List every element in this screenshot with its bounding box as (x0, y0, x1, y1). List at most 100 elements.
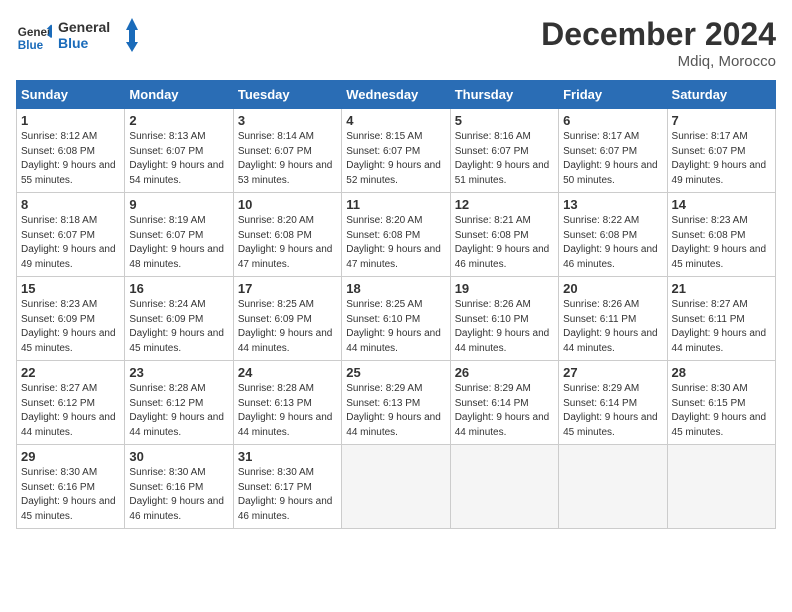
svg-text:Blue: Blue (58, 35, 89, 51)
day-info: Sunrise: 8:30 AMSunset: 6:15 PMDaylight:… (672, 382, 771, 440)
calendar-cell: 30 Sunrise: 8:30 AMSunset: 6:16 PMDayligh… (125, 445, 233, 529)
day-number: 30 (129, 449, 228, 464)
calendar-cell: 10 Sunrise: 8:20 AMSunset: 6:08 PMDayligh… (233, 193, 341, 277)
weekday-header-sunday: Sunday (17, 81, 125, 109)
calendar-cell: 18 Sunrise: 8:25 AMSunset: 6:10 PMDayligh… (342, 277, 450, 361)
day-number: 11 (346, 197, 445, 212)
day-number: 13 (563, 197, 662, 212)
day-number: 24 (238, 365, 337, 380)
calendar-cell (450, 445, 558, 529)
day-number: 17 (238, 281, 337, 296)
logo-svg: General Blue (58, 16, 138, 54)
day-info: Sunrise: 8:27 AMSunset: 6:12 PMDaylight:… (21, 382, 120, 440)
calendar-cell: 2Sunrise: 8:13 AMSunset: 6:07 PMDaylight… (125, 109, 233, 193)
calendar-cell (559, 445, 667, 529)
day-info: Sunrise: 8:28 AMSunset: 6:12 PMDaylight:… (129, 382, 228, 440)
calendar-cell: 8Sunrise: 8:18 AMSunset: 6:07 PMDaylight… (17, 193, 125, 277)
day-info: Sunrise: 8:20 AMSunset: 6:08 PMDaylight:… (238, 214, 337, 272)
day-number: 16 (129, 281, 228, 296)
day-info: Sunrise: 8:12 AMSunset: 6:08 PMDaylight:… (21, 130, 120, 188)
day-info: Sunrise: 8:30 AMSunset: 6:16 PMDaylight:… (21, 466, 120, 524)
svg-text:General: General (18, 26, 52, 39)
day-number: 3 (238, 113, 337, 128)
day-number: 19 (455, 281, 554, 296)
calendar-cell: 16Sunrise: 8:24 AMSunset: 6:09 PMDayligh… (125, 277, 233, 361)
calendar-cell: 1 Sunrise: 8:12 AMSunset: 6:08 PMDaylight… (17, 109, 125, 193)
calendar-cell: 27Sunrise: 8:29 AMSunset: 6:14 PMDayligh… (559, 361, 667, 445)
day-number: 26 (455, 365, 554, 380)
day-number: 6 (563, 113, 662, 128)
week-row-5: 29Sunrise: 8:30 AMSunset: 6:16 PMDayligh… (17, 445, 776, 529)
week-row-2: 8Sunrise: 8:18 AMSunset: 6:07 PMDaylight… (17, 193, 776, 277)
calendar-cell: 20Sunrise: 8:26 AMSunset: 6:11 PMDayligh… (559, 277, 667, 361)
day-number: 28 (672, 365, 771, 380)
day-info: Sunrise: 8:25 AMSunset: 6:09 PMDaylight:… (238, 298, 337, 356)
logo-icon: General Blue (16, 20, 52, 56)
day-info: Sunrise: 8:28 AMSunset: 6:13 PMDaylight:… (238, 382, 337, 440)
weekday-header-saturday: Saturday (667, 81, 775, 109)
svg-text:Blue: Blue (18, 38, 44, 51)
day-info: Sunrise: 8:29 AMSunset: 6:13 PMDaylight:… (346, 382, 445, 440)
day-number: 31 (238, 449, 337, 464)
calendar-cell (667, 445, 775, 529)
day-info: Sunrise: 8:19 AMSunset: 6:07 PMDaylight:… (129, 214, 228, 272)
day-number: 7 (672, 113, 771, 128)
calendar-cell: 6 Sunrise: 8:17 AMSunset: 6:07 PMDaylight… (559, 109, 667, 193)
weekday-header-wednesday: Wednesday (342, 81, 450, 109)
calendar-cell: 3 Sunrise: 8:14 AMSunset: 6:07 PMDaylight… (233, 109, 341, 193)
day-info: Sunrise: 8:14 AMSunset: 6:07 PMDaylight:… (238, 130, 337, 188)
day-number: 10 (238, 197, 337, 212)
calendar-cell: 11 Sunrise: 8:20 AMSunset: 6:08 PMDayligh… (342, 193, 450, 277)
day-number: 18 (346, 281, 445, 296)
page-header: General Blue General Blue December 2024 … (16, 16, 776, 70)
calendar-cell: 31Sunrise: 8:30 AMSunset: 6:17 PMDayligh… (233, 445, 341, 529)
day-number: 2 (129, 113, 228, 128)
day-info: Sunrise: 8:17 AMSunset: 6:07 PMDaylight:… (563, 130, 662, 188)
day-info: Sunrise: 8:23 AMSunset: 6:08 PMDaylight:… (672, 214, 771, 272)
day-info: Sunrise: 8:26 AMSunset: 6:10 PMDaylight:… (455, 298, 554, 356)
calendar-cell: 13Sunrise: 8:22 AMSunset: 6:08 PMDayligh… (559, 193, 667, 277)
calendar-cell: 25 Sunrise: 8:29 AMSunset: 6:13 PMDayligh… (342, 361, 450, 445)
calendar-cell: 19 Sunrise: 8:26 AMSunset: 6:10 PMDayligh… (450, 277, 558, 361)
calendar-cell: 12 Sunrise: 8:21 AMSunset: 6:08 PMDayligh… (450, 193, 558, 277)
day-info: Sunrise: 8:29 AMSunset: 6:14 PMDaylight:… (455, 382, 554, 440)
day-info: Sunrise: 8:21 AMSunset: 6:08 PMDaylight:… (455, 214, 554, 272)
day-number: 8 (21, 197, 120, 212)
calendar-cell: 22 Sunrise: 8:27 AMSunset: 6:12 PMDayligh… (17, 361, 125, 445)
calendar-cell: 15 Sunrise: 8:23 AMSunset: 6:09 PMDayligh… (17, 277, 125, 361)
calendar-cell: 9 Sunrise: 8:19 AMSunset: 6:07 PMDaylight… (125, 193, 233, 277)
day-number: 1 (21, 113, 120, 128)
day-number: 9 (129, 197, 228, 212)
calendar-cell: 29Sunrise: 8:30 AMSunset: 6:16 PMDayligh… (17, 445, 125, 529)
week-row-4: 22 Sunrise: 8:27 AMSunset: 6:12 PMDayligh… (17, 361, 776, 445)
day-info: Sunrise: 8:20 AMSunset: 6:08 PMDaylight:… (346, 214, 445, 272)
day-number: 12 (455, 197, 554, 212)
calendar-cell: 21Sunrise: 8:27 AMSunset: 6:11 PMDayligh… (667, 277, 775, 361)
day-info: Sunrise: 8:26 AMSunset: 6:11 PMDaylight:… (563, 298, 662, 356)
day-number: 23 (129, 365, 228, 380)
day-number: 22 (21, 365, 120, 380)
weekday-header-tuesday: Tuesday (233, 81, 341, 109)
calendar-cell: 14 Sunrise: 8:23 AMSunset: 6:08 PMDayligh… (667, 193, 775, 277)
day-number: 14 (672, 197, 771, 212)
calendar-cell: 23 Sunrise: 8:28 AMSunset: 6:12 PMDayligh… (125, 361, 233, 445)
header-row: SundayMondayTuesdayWednesdayThursdayFrid… (17, 81, 776, 109)
calendar-cell: 4Sunrise: 8:15 AMSunset: 6:07 PMDaylight… (342, 109, 450, 193)
day-info: Sunrise: 8:25 AMSunset: 6:10 PMDaylight:… (346, 298, 445, 356)
location: Mdiq, Morocco (541, 53, 776, 70)
day-info: Sunrise: 8:23 AMSunset: 6:09 PMDaylight:… (21, 298, 120, 356)
day-number: 25 (346, 365, 445, 380)
day-info: Sunrise: 8:15 AMSunset: 6:07 PMDaylight:… (346, 130, 445, 188)
day-info: Sunrise: 8:30 AMSunset: 6:16 PMDaylight:… (129, 466, 228, 524)
calendar-table: SundayMondayTuesdayWednesdayThursdayFrid… (16, 80, 776, 529)
weekday-header-monday: Monday (125, 81, 233, 109)
calendar-cell: 24 Sunrise: 8:28 AMSunset: 6:13 PMDayligh… (233, 361, 341, 445)
day-number: 15 (21, 281, 120, 296)
day-number: 21 (672, 281, 771, 296)
weekday-header-thursday: Thursday (450, 81, 558, 109)
week-row-1: 1 Sunrise: 8:12 AMSunset: 6:08 PMDaylight… (17, 109, 776, 193)
logo: General Blue General Blue (16, 16, 138, 59)
day-info: Sunrise: 8:29 AMSunset: 6:14 PMDaylight:… (563, 382, 662, 440)
calendar-cell: 26 Sunrise: 8:29 AMSunset: 6:14 PMDayligh… (450, 361, 558, 445)
svg-text:General: General (58, 19, 110, 35)
